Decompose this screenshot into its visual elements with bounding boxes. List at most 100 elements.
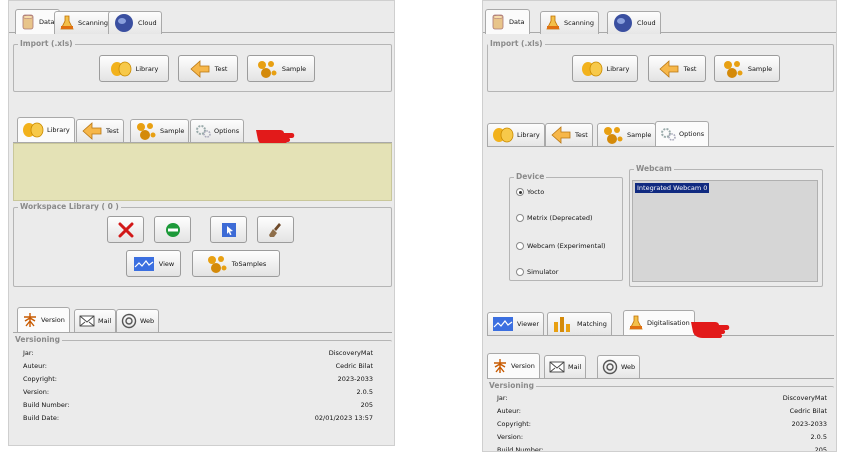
arrow-left-icon [189, 59, 211, 79]
import-sample-label: Sample [747, 64, 773, 73]
mail-icon [549, 359, 565, 375]
tab-library[interactable]: Library [487, 123, 545, 146]
remove-button[interactable] [154, 216, 191, 243]
webcam-list[interactable]: Integrated Webcam 0 [632, 180, 818, 282]
tab-options-label: Options [679, 130, 705, 138]
tab-cloud[interactable]: Cloud [108, 11, 162, 34]
tab-cloud[interactable]: Cloud [607, 11, 661, 34]
tab-data[interactable]: Data [485, 9, 530, 34]
tab-version-label: Version [41, 316, 65, 324]
radio-unchecked-icon [516, 214, 524, 222]
sample-icon [256, 59, 278, 79]
select-button[interactable] [210, 216, 247, 243]
tab-data[interactable]: Data [15, 9, 60, 34]
delete-button[interactable] [107, 216, 144, 243]
broom-icon [268, 222, 284, 238]
version-row-value: 205 [360, 401, 373, 409]
version-row-value: 2023-2033 [791, 420, 827, 428]
sample-icon [602, 125, 624, 145]
tab-digitalisation-label: Digitalisation [647, 319, 690, 327]
device-option-webcam[interactable]: Webcam (Experimental) [516, 242, 606, 250]
tab-version[interactable]: Version [487, 353, 540, 378]
tab-cloud-label: Cloud [637, 19, 656, 27]
version-row-label: Build Number: [23, 401, 70, 409]
clean-button[interactable] [257, 216, 294, 243]
tab-data-label: Data [39, 18, 55, 26]
import-sample-button[interactable]: Sample [714, 55, 780, 82]
flask-icon [59, 15, 75, 31]
about-tab-divider [487, 378, 834, 379]
web-icon [121, 313, 137, 329]
tab-matching[interactable]: Matching [547, 312, 612, 335]
tab-test[interactable]: Test [545, 123, 593, 146]
radio-unchecked-icon [516, 242, 524, 250]
tab-library[interactable]: Library [17, 117, 75, 142]
arrow-left-icon [550, 125, 572, 145]
about-tab-bar: Version Mail Web [487, 353, 787, 378]
import-test-button[interactable]: Test [648, 55, 706, 82]
tab-test-label: Test [575, 131, 588, 139]
tab-sample-label: Sample [627, 131, 652, 139]
version-row: Build Number: 205 [497, 446, 827, 452]
tab-web[interactable]: Web [597, 355, 641, 378]
version-row-label: Jar: [23, 349, 34, 357]
tab-scanning[interactable]: Scanning [540, 11, 599, 34]
view-label: View [158, 259, 175, 268]
version-row-value: Cedric Bilat [335, 362, 373, 370]
tab-mail[interactable]: Mail [544, 355, 587, 378]
version-row-label: Auteur: [497, 407, 521, 415]
tab-options-label: Options [214, 127, 240, 135]
tab-viewer-label: Viewer [517, 320, 540, 328]
tab-sample[interactable]: Sample [597, 123, 657, 146]
device-option-simulator[interactable]: Simulator [516, 268, 558, 276]
import-library-label: Library [606, 64, 630, 73]
tab-viewer[interactable]: Viewer [487, 312, 545, 335]
tab-options[interactable]: Options [655, 121, 710, 146]
tab-digitalisation[interactable]: Digitalisation [623, 310, 695, 335]
version-row-label: Version: [497, 433, 524, 441]
webcam-list-item[interactable]: Integrated Webcam 0 [635, 183, 710, 193]
library-icon [581, 59, 603, 79]
tab-scanning[interactable]: Scanning [54, 11, 113, 34]
device-option-metrix[interactable]: Metrix (Deprecated) [516, 214, 593, 222]
database-icon [490, 14, 506, 30]
version-icon [492, 358, 508, 374]
tab-matching-label: Matching [577, 320, 607, 328]
tab-library-label: Library [517, 131, 540, 139]
version-row-label: Build Number: [497, 446, 544, 452]
right-window: Data Scanning Cloud Import (.xls) Librar… [482, 0, 837, 452]
device-option-label: Metrix (Deprecated) [527, 214, 593, 222]
tab-sample[interactable]: Sample [130, 119, 190, 142]
tab-test[interactable]: Test [76, 119, 124, 142]
tab-mail-label: Mail [568, 363, 582, 371]
import-library-button[interactable]: Library [572, 55, 638, 82]
version-row-value: 205 [814, 446, 827, 452]
import-library-button[interactable]: Library [99, 55, 169, 82]
version-row-value: 2.0.5 [356, 388, 373, 396]
globe-icon [612, 13, 634, 33]
chart-icon [492, 314, 514, 334]
device-group: Device Yocto Metrix (Deprecated) Webcam … [509, 172, 623, 281]
workspace-group: Workspace Library ( 0 ) View ToSamples [13, 202, 392, 287]
bottom-tab-divider [487, 335, 834, 336]
import-sample-button[interactable]: Sample [247, 55, 315, 82]
tab-web[interactable]: Web [116, 309, 160, 332]
bottom-tab-bar: Viewer Matching Digitalisation [487, 310, 787, 335]
tab-mail[interactable]: Mail [74, 309, 117, 332]
flask-icon [628, 315, 644, 331]
view-button[interactable]: View [126, 250, 181, 277]
version-row-value: DiscoveryMat [782, 394, 827, 402]
tab-version[interactable]: Version [17, 307, 70, 332]
arrow-left-icon [658, 59, 680, 79]
import-test-label: Test [214, 64, 228, 73]
tab-scanning-label: Scanning [564, 19, 594, 27]
version-row-label: Copyright: [23, 375, 57, 383]
import-group: Import (.xls) Library Test Sample [487, 39, 834, 92]
device-option-yocto[interactable]: Yocto [516, 188, 544, 196]
tab-options[interactable]: Options [190, 119, 245, 142]
radio-checked-icon [516, 188, 524, 196]
top-tab-bar: Data Scanning Cloud [15, 9, 315, 34]
import-test-button[interactable]: Test [178, 55, 238, 82]
tosamples-button[interactable]: ToSamples [192, 250, 280, 277]
about-tab-divider [13, 332, 392, 333]
